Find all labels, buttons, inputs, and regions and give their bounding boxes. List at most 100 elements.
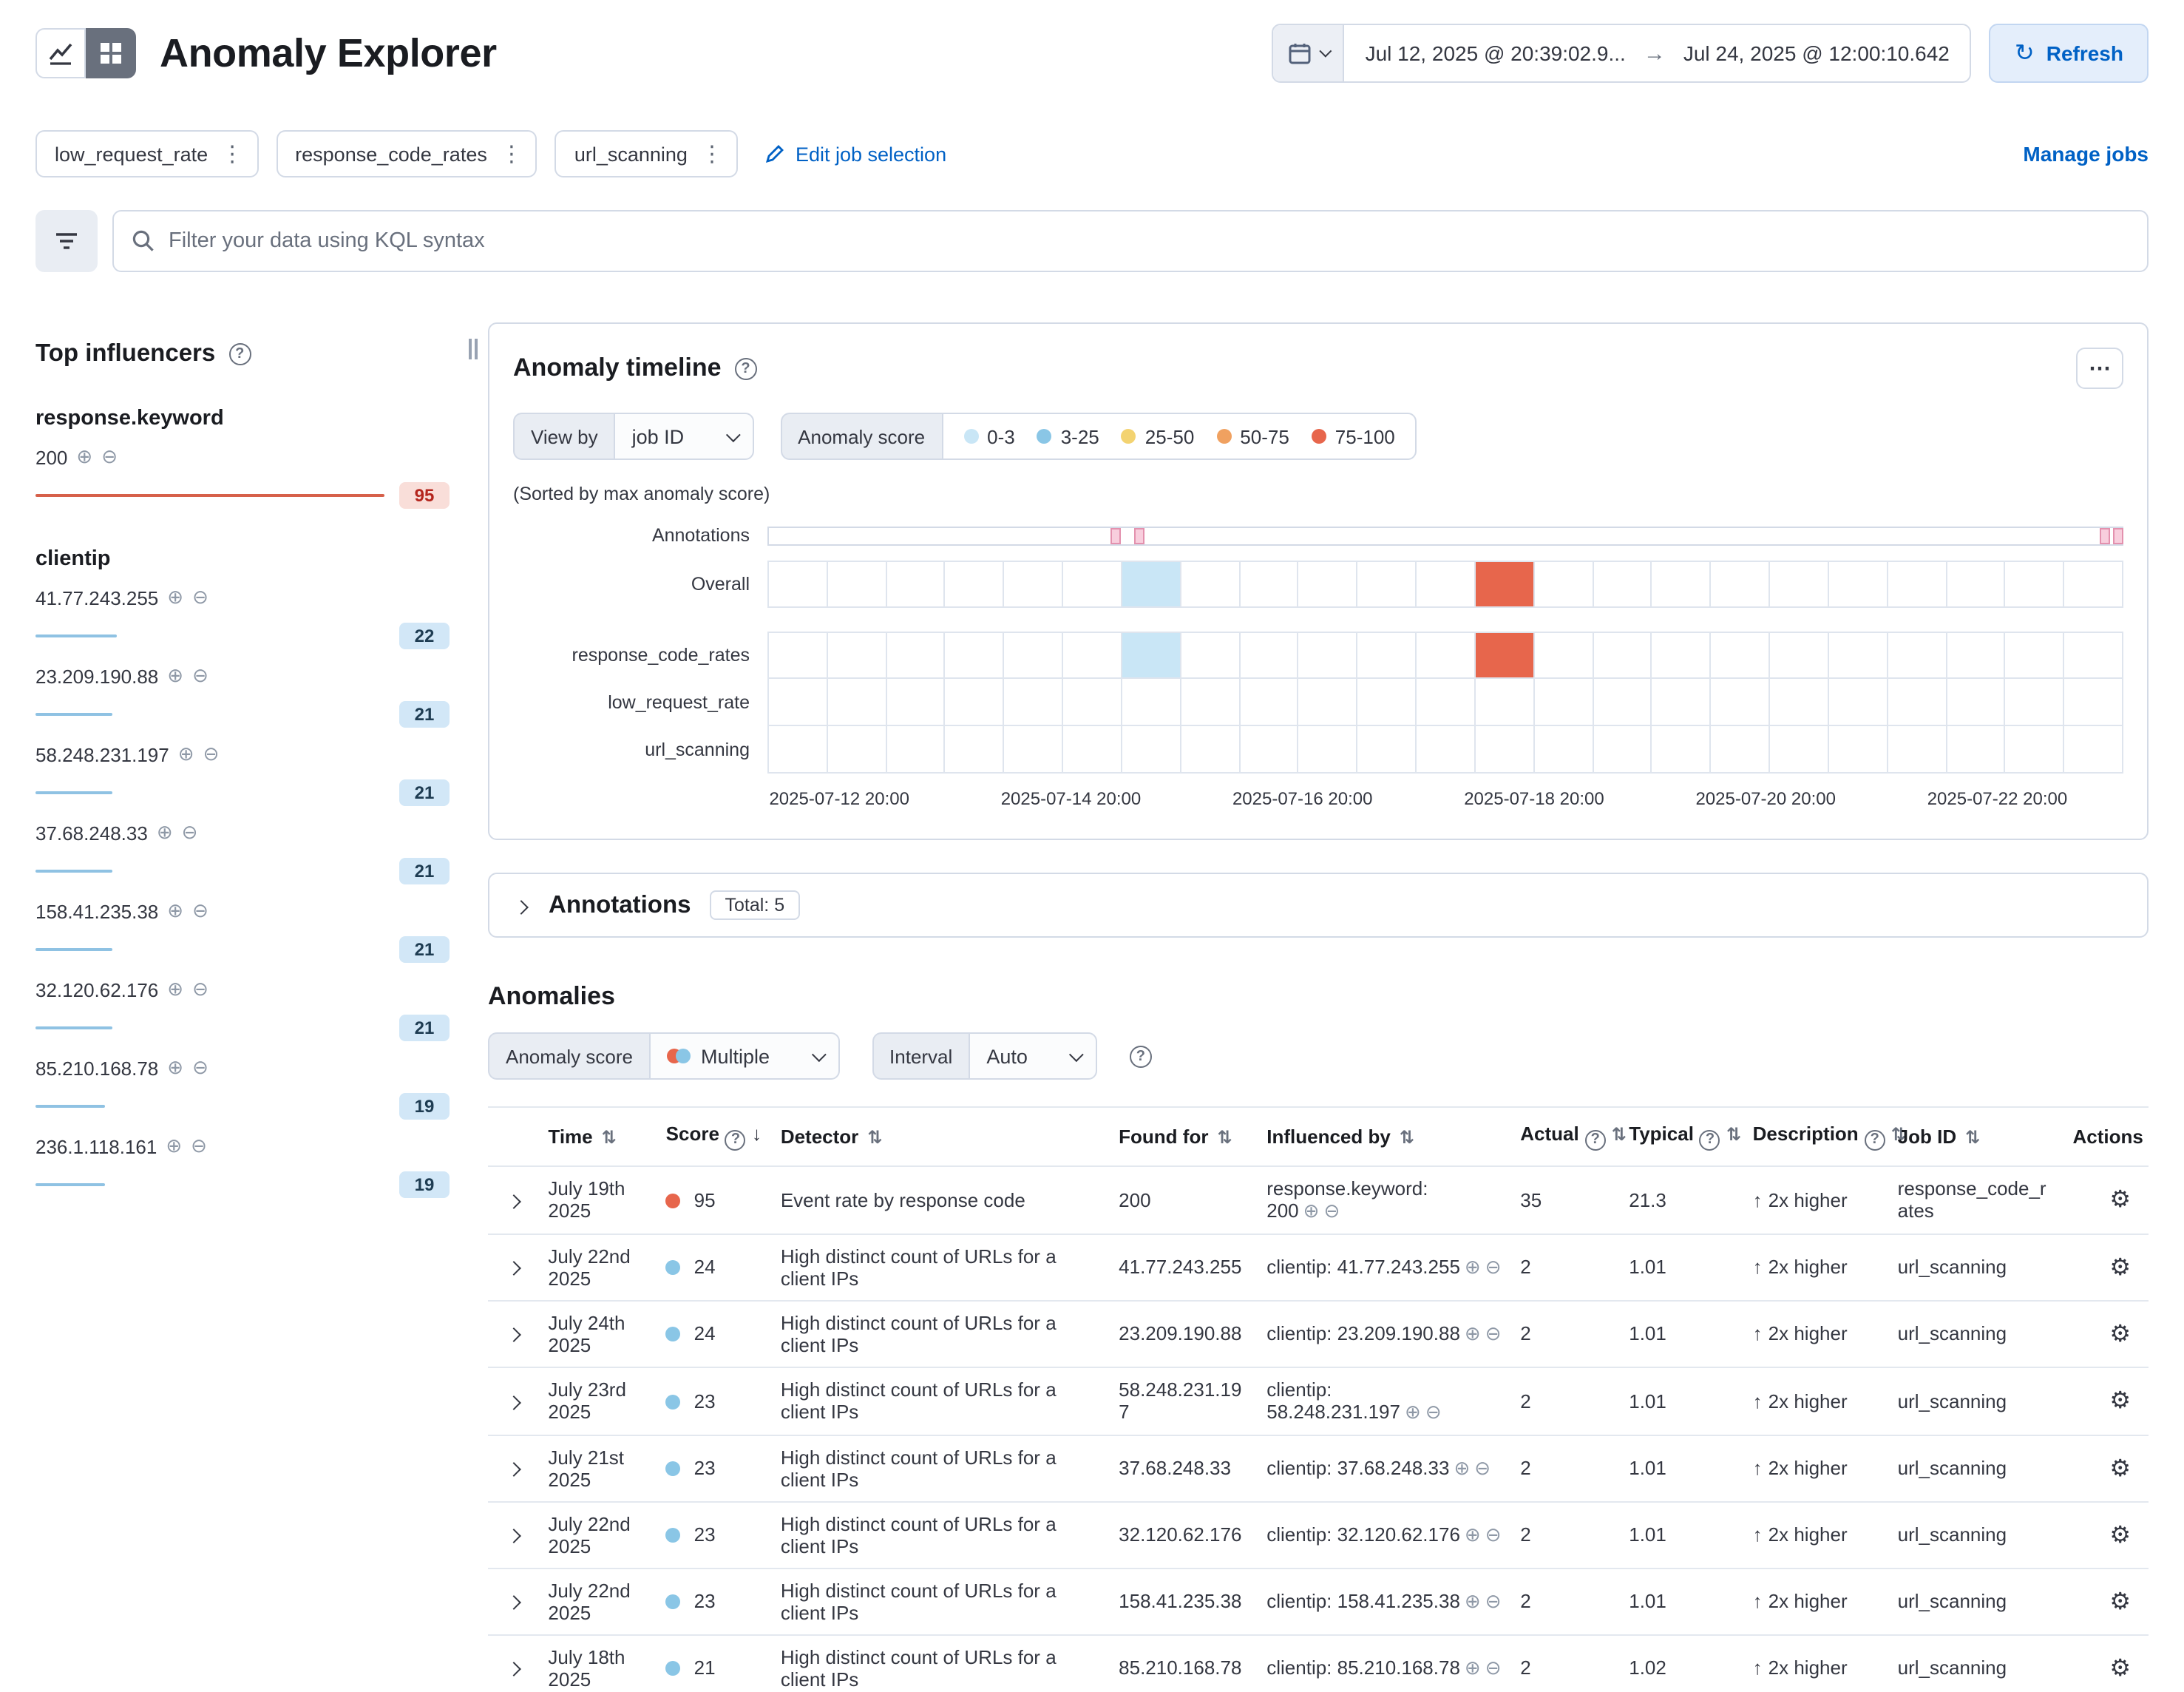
annotation-marker[interactable] xyxy=(2112,527,2123,544)
swimlane-cell[interactable] xyxy=(1240,633,1299,679)
remove-filter-icon[interactable]: ⊖ xyxy=(192,1056,208,1080)
swimlane-cell[interactable] xyxy=(1829,679,1888,726)
refresh-button[interactable]: ↻ Refresh xyxy=(1990,24,2149,83)
sort-icon[interactable]: ⇅ xyxy=(1400,1127,1414,1148)
row-actions-button[interactable]: ⚙ xyxy=(2109,1185,2131,1214)
swimlane-cell[interactable] xyxy=(1299,562,1358,608)
expand-row-button[interactable] xyxy=(503,1651,525,1685)
swimlane-cell[interactable] xyxy=(1240,679,1299,726)
swimlane-cell[interactable] xyxy=(1947,679,2006,726)
end-date[interactable]: Jul 24, 2025 @ 12:00:10.642 xyxy=(1683,41,1950,65)
quick-select-button[interactable] xyxy=(1274,25,1345,81)
swimlane-cell[interactable] xyxy=(2006,726,2065,774)
swimlane-cell[interactable] xyxy=(1712,726,1771,774)
swimlane-cell[interactable] xyxy=(1829,633,1888,679)
charts-view-button[interactable] xyxy=(35,28,86,78)
swimlane-cell[interactable] xyxy=(1770,679,1829,726)
swimlane-cell[interactable] xyxy=(2006,562,2065,608)
remove-filter-icon[interactable]: ⊖ xyxy=(203,742,220,766)
swimlane-cell[interactable] xyxy=(1476,562,1535,608)
row-actions-button[interactable]: ⚙ xyxy=(2109,1453,2131,1483)
swimlane-cell[interactable] xyxy=(946,679,1005,726)
sort-icon[interactable]: ⇅ xyxy=(602,1127,617,1148)
column-header-actual[interactable]: Actual?⇅ xyxy=(1511,1107,1620,1165)
remove-filter-icon[interactable]: ⊖ xyxy=(192,978,208,1001)
swimlane-cell[interactable] xyxy=(886,562,946,608)
add-filter-icon[interactable]: ⊕ xyxy=(1465,1656,1481,1678)
column-header-job-id[interactable]: Job ID⇅ xyxy=(1889,1107,2064,1165)
influencer-value[interactable]: 32.120.62.176 xyxy=(35,978,158,1001)
swimlane-cell[interactable] xyxy=(1417,562,1476,608)
swimlane-cell[interactable] xyxy=(1005,562,1064,608)
row-actions-button[interactable]: ⚙ xyxy=(2109,1386,2131,1415)
swimlane-cell[interactable] xyxy=(1358,562,1417,608)
column-header-found-for[interactable]: Found for⇅ xyxy=(1110,1107,1258,1165)
add-filter-icon[interactable]: ⊕ xyxy=(1405,1400,1421,1422)
swimlane-cell[interactable] xyxy=(1947,562,2006,608)
remove-filter-icon[interactable]: ⊖ xyxy=(1485,1656,1502,1678)
swimlane-cell[interactable] xyxy=(828,633,887,679)
row-actions-button[interactable]: ⚙ xyxy=(2109,1586,2131,1616)
remove-filter-icon[interactable]: ⊖ xyxy=(1485,1523,1502,1545)
panel-resize-handle[interactable] xyxy=(469,339,478,359)
job-chip[interactable]: url_scanning⋮ xyxy=(555,130,738,177)
swimlane-cell[interactable] xyxy=(1358,633,1417,679)
annotation-marker[interactable] xyxy=(1134,527,1144,544)
swimlane-cell[interactable] xyxy=(769,679,828,726)
swimlane-cell[interactable] xyxy=(1417,633,1476,679)
remove-filter-icon[interactable]: ⊖ xyxy=(1485,1589,1502,1611)
remove-filter-icon[interactable]: ⊖ xyxy=(1425,1400,1442,1422)
add-filter-icon[interactable]: ⊕ xyxy=(1303,1199,1320,1221)
expand-row-button[interactable] xyxy=(503,1584,525,1618)
column-header-time[interactable]: Time⇅ xyxy=(539,1107,657,1165)
swimlane-cell[interactable] xyxy=(1476,633,1535,679)
add-filter-icon[interactable]: ⊕ xyxy=(1465,1523,1481,1545)
add-filter-icon[interactable]: ⊕ xyxy=(167,1056,183,1080)
influencer-value[interactable]: 41.77.243.255 xyxy=(35,586,158,609)
help-icon[interactable]: ? xyxy=(1585,1129,1606,1150)
expand-row-button[interactable] xyxy=(503,1384,525,1418)
swimlane-cell[interactable] xyxy=(1005,633,1064,679)
swimlane-cell[interactable] xyxy=(2064,633,2123,679)
influencer-value[interactable]: 37.68.248.33 xyxy=(35,822,148,844)
swimlane-cell[interactable] xyxy=(1358,679,1417,726)
swimlane-cell[interactable] xyxy=(1712,562,1771,608)
influencer-value[interactable]: 200 xyxy=(35,446,67,468)
annotation-marker[interactable] xyxy=(1110,527,1120,544)
swimlane-cell[interactable] xyxy=(1299,633,1358,679)
swimlane-cell[interactable] xyxy=(2006,633,2065,679)
swimlane-cell[interactable] xyxy=(1181,562,1241,608)
add-filter-icon[interactable]: ⊕ xyxy=(167,899,183,923)
remove-filter-icon[interactable]: ⊖ xyxy=(1323,1199,1340,1221)
swimlane-cell[interactable] xyxy=(1829,726,1888,774)
swimlane-cell[interactable] xyxy=(1005,726,1064,774)
add-filter-icon[interactable]: ⊕ xyxy=(166,1134,182,1158)
swimlane-cell[interactable] xyxy=(1063,633,1122,679)
add-filter-icon[interactable]: ⊕ xyxy=(167,978,183,1001)
add-filter-icon[interactable]: ⊕ xyxy=(1454,1456,1470,1478)
swimlane-cell[interactable] xyxy=(1888,679,1947,726)
expand-row-button[interactable] xyxy=(503,1451,525,1485)
row-actions-button[interactable]: ⚙ xyxy=(2109,1319,2131,1348)
swimlane-cell[interactable] xyxy=(1770,562,1829,608)
add-filter-icon[interactable]: ⊕ xyxy=(167,664,183,688)
swimlane-cell[interactable] xyxy=(1593,726,1652,774)
sort-desc-icon[interactable]: ↓ xyxy=(752,1123,762,1145)
swimlane-cell[interactable] xyxy=(828,726,887,774)
annotations-expand-button[interactable] xyxy=(513,891,529,919)
swimlane-cell[interactable] xyxy=(1947,633,2006,679)
swimlane-cell[interactable] xyxy=(946,726,1005,774)
help-icon[interactable]: ? xyxy=(228,343,251,365)
swimlane-cell[interactable] xyxy=(1181,726,1241,774)
swimlane-cell[interactable] xyxy=(886,633,946,679)
influencer-value[interactable]: 58.248.231.197 xyxy=(35,743,169,765)
influencer-value[interactable]: 23.209.190.88 xyxy=(35,665,158,687)
help-icon[interactable]: ? xyxy=(735,357,757,379)
remove-filter-icon[interactable]: ⊖ xyxy=(1485,1255,1502,1277)
swimlane-cell[interactable] xyxy=(946,562,1005,608)
row-actions-button[interactable]: ⚙ xyxy=(2109,1252,2131,1282)
add-filter-icon[interactable]: ⊕ xyxy=(1465,1322,1481,1344)
remove-filter-icon[interactable]: ⊖ xyxy=(1474,1456,1491,1478)
expand-row-button[interactable] xyxy=(503,1250,525,1284)
help-icon[interactable]: ? xyxy=(725,1129,746,1150)
